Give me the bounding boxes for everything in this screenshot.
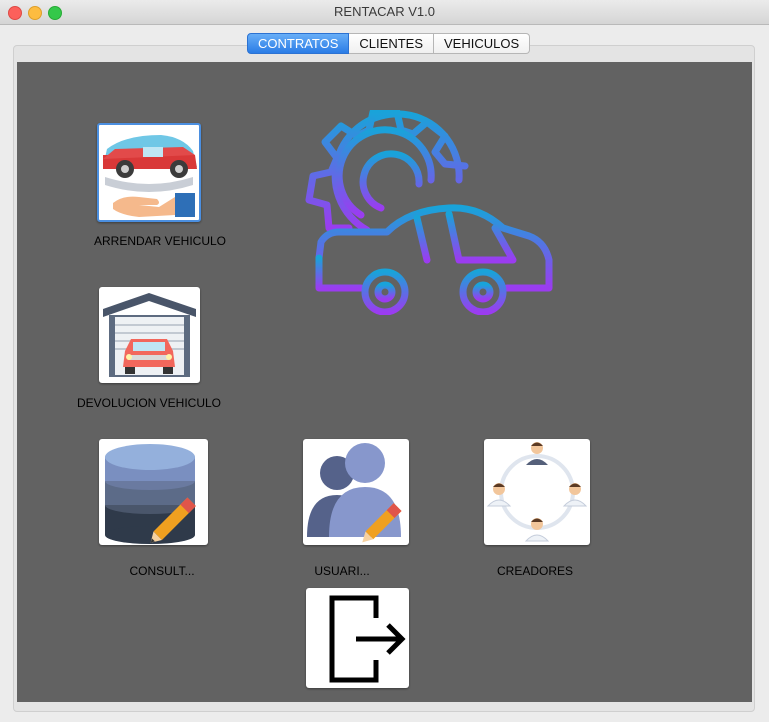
creators-label: CREADORES — [496, 564, 573, 578]
tab-vehiculos[interactable]: VEHICULOS — [434, 33, 531, 54]
users-label: USUARI... — [314, 564, 370, 578]
rent-vehicle-label: ARRENDAR VEHICULO — [93, 234, 227, 248]
users-edit-icon — [307, 443, 402, 543]
exit-door-icon — [329, 595, 406, 683]
title-bar: RENTACAR V1.0 — [0, 0, 769, 25]
tab-bar: CONTRATOS CLIENTES VEHICULOS — [247, 33, 531, 54]
database-edit-icon — [105, 444, 196, 544]
return-vehicle-button[interactable] — [99, 287, 200, 383]
query-button[interactable] — [99, 439, 208, 545]
tab-clientes[interactable]: CLIENTES — [349, 33, 434, 54]
tab-contratos[interactable]: CONTRATOS — [247, 33, 350, 54]
rent-vehicle-button[interactable] — [97, 123, 201, 222]
users-button[interactable] — [303, 439, 409, 545]
contracts-panel: ARRENDAR VEHICULO DEVOLUCION VEHICULO CO… — [17, 62, 752, 702]
car-gear-logo-icon — [305, 110, 559, 315]
return-vehicle-label: DEVOLUCION VEHICULO — [76, 396, 222, 410]
car-in-hand-icon — [103, 135, 197, 217]
team-network-icon — [486, 442, 588, 542]
window-title: RENTACAR V1.0 — [334, 4, 435, 19]
creators-button[interactable] — [484, 439, 590, 545]
garage-car-icon — [103, 293, 196, 377]
exit-button[interactable] — [306, 588, 409, 688]
query-label: CONSULT... — [129, 564, 195, 578]
